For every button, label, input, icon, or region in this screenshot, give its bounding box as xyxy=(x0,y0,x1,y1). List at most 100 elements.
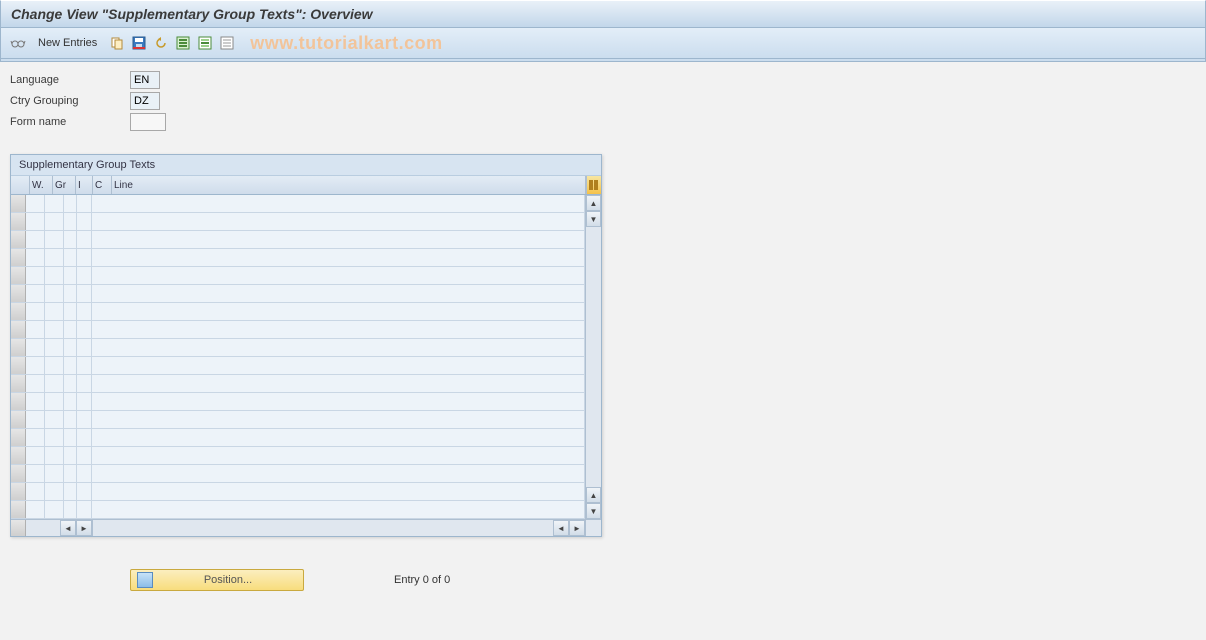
cell-i[interactable] xyxy=(64,393,77,410)
cell-c[interactable] xyxy=(77,375,92,392)
cell-line[interactable] xyxy=(92,267,585,284)
table-row[interactable] xyxy=(11,447,585,465)
scroll-up-step-icon[interactable]: ▼ xyxy=(586,211,601,227)
row-selector[interactable] xyxy=(11,267,26,284)
table-row[interactable] xyxy=(11,195,585,213)
cell-gr[interactable] xyxy=(45,411,64,428)
column-line[interactable]: Line xyxy=(112,176,586,194)
cell-gr[interactable] xyxy=(45,285,64,302)
scroll-up-icon[interactable]: ▲ xyxy=(586,195,601,211)
cell-w[interactable] xyxy=(26,213,45,230)
cell-w[interactable] xyxy=(26,285,45,302)
select-block-icon[interactable] xyxy=(196,34,214,52)
cell-i[interactable] xyxy=(64,231,77,248)
table-row[interactable] xyxy=(11,213,585,231)
cell-w[interactable] xyxy=(26,501,45,518)
cell-i[interactable] xyxy=(64,375,77,392)
column-w[interactable]: W. xyxy=(30,176,53,194)
undo-icon[interactable] xyxy=(152,34,170,52)
cell-line[interactable] xyxy=(92,501,585,518)
cell-i[interactable] xyxy=(64,285,77,302)
cell-c[interactable] xyxy=(77,357,92,374)
column-i[interactable]: I xyxy=(76,176,93,194)
position-button[interactable]: Position... xyxy=(130,569,304,591)
cell-line[interactable] xyxy=(92,411,585,428)
cell-i[interactable] xyxy=(64,411,77,428)
language-input[interactable] xyxy=(130,71,160,89)
cell-i[interactable] xyxy=(64,195,77,212)
copy-icon[interactable] xyxy=(108,34,126,52)
cell-line[interactable] xyxy=(92,393,585,410)
cell-gr[interactable] xyxy=(45,465,64,482)
cell-i[interactable] xyxy=(64,357,77,374)
cell-c[interactable] xyxy=(77,483,92,500)
cell-line[interactable] xyxy=(92,231,585,248)
cell-w[interactable] xyxy=(26,267,45,284)
scroll-right-icon[interactable]: ► xyxy=(569,520,585,536)
cell-gr[interactable] xyxy=(45,375,64,392)
cell-c[interactable] xyxy=(77,393,92,410)
cell-i[interactable] xyxy=(64,429,77,446)
cell-gr[interactable] xyxy=(45,303,64,320)
row-selector[interactable] xyxy=(11,195,26,212)
column-selector[interactable] xyxy=(11,176,30,194)
cell-c[interactable] xyxy=(77,501,92,518)
row-selector[interactable] xyxy=(11,285,26,302)
table-row[interactable] xyxy=(11,267,585,285)
cell-i[interactable] xyxy=(64,465,77,482)
cell-w[interactable] xyxy=(26,321,45,338)
cell-line[interactable] xyxy=(92,375,585,392)
cell-c[interactable] xyxy=(77,213,92,230)
column-c[interactable]: C xyxy=(93,176,112,194)
cell-line[interactable] xyxy=(92,213,585,230)
cell-gr[interactable] xyxy=(45,213,64,230)
horizontal-scrollbar[interactable]: ◄ ► ◄ ► xyxy=(11,519,601,536)
row-selector[interactable] xyxy=(11,357,26,374)
cell-gr[interactable] xyxy=(45,393,64,410)
cell-c[interactable] xyxy=(77,303,92,320)
cell-i[interactable] xyxy=(64,501,77,518)
cell-line[interactable] xyxy=(92,285,585,302)
cell-i[interactable] xyxy=(64,339,77,356)
cell-gr[interactable] xyxy=(45,357,64,374)
cell-w[interactable] xyxy=(26,411,45,428)
cell-c[interactable] xyxy=(77,411,92,428)
cell-line[interactable] xyxy=(92,483,585,500)
cell-c[interactable] xyxy=(77,465,92,482)
cell-line[interactable] xyxy=(92,249,585,266)
scroll-down-step-icon[interactable]: ▲ xyxy=(586,487,601,503)
scroll-down-icon[interactable]: ▼ xyxy=(586,503,601,519)
row-selector[interactable] xyxy=(11,465,26,482)
row-selector[interactable] xyxy=(11,429,26,446)
table-row[interactable] xyxy=(11,429,585,447)
cell-line[interactable] xyxy=(92,195,585,212)
scroll-left-step-icon[interactable]: ► xyxy=(76,520,92,536)
cell-w[interactable] xyxy=(26,339,45,356)
row-selector[interactable] xyxy=(11,447,26,464)
cell-gr[interactable] xyxy=(45,249,64,266)
table-row[interactable] xyxy=(11,483,585,501)
cell-gr[interactable] xyxy=(45,483,64,500)
row-selector[interactable] xyxy=(11,411,26,428)
row-selector[interactable] xyxy=(11,321,26,338)
row-selector[interactable] xyxy=(11,501,26,518)
cell-line[interactable] xyxy=(92,465,585,482)
cell-c[interactable] xyxy=(77,447,92,464)
table-row[interactable] xyxy=(11,321,585,339)
cell-c[interactable] xyxy=(77,429,92,446)
cell-gr[interactable] xyxy=(45,231,64,248)
table-row[interactable] xyxy=(11,249,585,267)
cell-c[interactable] xyxy=(77,339,92,356)
cell-w[interactable] xyxy=(26,447,45,464)
cell-w[interactable] xyxy=(26,303,45,320)
cell-c[interactable] xyxy=(77,195,92,212)
cell-i[interactable] xyxy=(64,213,77,230)
scroll-right-step-icon[interactable]: ◄ xyxy=(553,520,569,536)
cell-line[interactable] xyxy=(92,429,585,446)
cell-gr[interactable] xyxy=(45,429,64,446)
vertical-scrollbar[interactable]: ▲ ▼ ▲ ▼ xyxy=(585,195,601,519)
row-selector[interactable] xyxy=(11,375,26,392)
cell-i[interactable] xyxy=(64,267,77,284)
cell-line[interactable] xyxy=(92,339,585,356)
table-row[interactable] xyxy=(11,285,585,303)
